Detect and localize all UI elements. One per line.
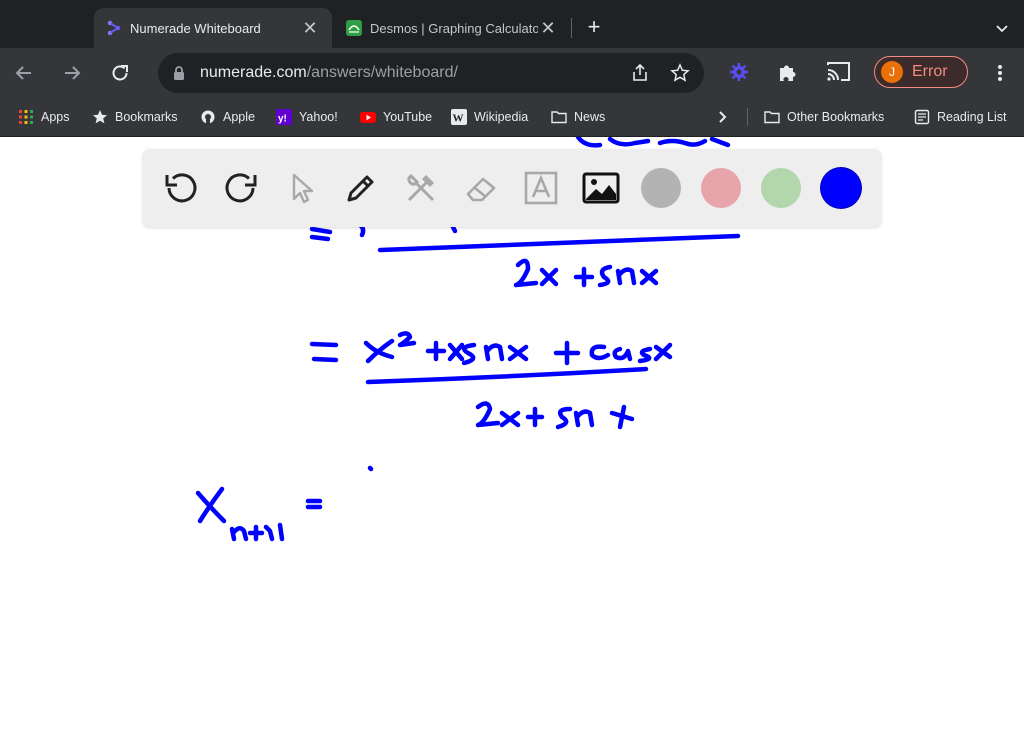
bookmark-apple[interactable]: Apple xyxy=(200,107,255,127)
url-domain: numerade.com xyxy=(200,64,307,81)
forward-arrow-icon[interactable] xyxy=(60,61,84,85)
bookmarks-bar: Apps Bookmarks Apple y! Yahoo! YouTube W… xyxy=(0,98,1024,137)
desmos-logo-icon xyxy=(346,20,362,36)
profile-button[interactable]: J Error xyxy=(874,56,968,88)
reading-list-icon xyxy=(914,109,930,125)
star-icon xyxy=(93,110,107,124)
eraser-icon[interactable] xyxy=(461,168,501,208)
bookmarks-divider xyxy=(747,108,748,126)
undo-icon[interactable] xyxy=(161,168,201,208)
color-swatch-blue-selected[interactable] xyxy=(821,168,861,208)
bookmark-label: Wikipedia xyxy=(474,110,529,124)
tab-title: Numerade Whiteboard xyxy=(130,20,261,36)
apps-grid-icon xyxy=(19,110,33,124)
bookmark-bookmarks[interactable]: Bookmarks xyxy=(92,107,178,127)
extensions-puzzle-icon[interactable] xyxy=(776,60,800,84)
new-tab-button[interactable]: + xyxy=(582,15,606,39)
url-text: numerade.com/answers/whiteboard/ xyxy=(200,64,458,82)
text-tool-icon[interactable] xyxy=(521,168,561,208)
lock-icon[interactable] xyxy=(172,65,186,81)
kebab-menu-icon[interactable] xyxy=(992,61,1008,85)
bookmark-reading-list[interactable]: Reading List xyxy=(914,107,1007,127)
color-swatch-pink[interactable] xyxy=(701,168,741,208)
bookmark-label: Apple xyxy=(223,110,255,124)
bookmark-label: Bookmarks xyxy=(115,110,178,124)
profile-status: Error xyxy=(912,63,948,80)
wikipedia-icon: W xyxy=(451,109,467,125)
folder-icon xyxy=(764,111,780,124)
cast-icon[interactable] xyxy=(826,60,852,84)
whiteboard-canvas[interactable] xyxy=(0,137,1024,742)
browser-toolbar: numerade.com/answers/whiteboard/ J Error xyxy=(0,48,1024,98)
tab-numerade-whiteboard[interactable]: Numerade Whiteboard ✕ xyxy=(94,8,332,48)
bookmark-label: Reading List xyxy=(937,110,1007,124)
avatar: J xyxy=(881,61,903,83)
chevron-right-icon[interactable] xyxy=(714,109,730,125)
address-bar[interactable]: numerade.com/answers/whiteboard/ xyxy=(158,53,704,93)
bookmark-apps[interactable]: Apps xyxy=(18,107,70,127)
bookmark-label: Other Bookmarks xyxy=(787,110,885,124)
bookmark-wikipedia[interactable]: W Wikipedia xyxy=(451,107,528,127)
svg-text:W: W xyxy=(453,113,464,125)
bookmark-label: Apps xyxy=(41,110,70,124)
numerade-logo-icon xyxy=(107,20,121,36)
bookmark-label: YouTube xyxy=(383,110,433,124)
back-arrow-icon[interactable] xyxy=(12,61,36,85)
apple-icon xyxy=(201,110,215,124)
bookmark-other-bookmarks[interactable]: Other Bookmarks xyxy=(764,107,884,127)
close-tab-icon[interactable]: ✕ xyxy=(300,18,320,38)
svg-text:y!: y! xyxy=(278,114,287,125)
bookmark-yahoo[interactable]: y! Yahoo! xyxy=(276,107,338,127)
close-tab-icon[interactable]: ✕ xyxy=(538,18,558,38)
bookmark-label: News xyxy=(574,110,606,124)
bookmark-youtube[interactable]: YouTube xyxy=(360,107,432,127)
whiteboard-toolbar xyxy=(143,149,881,227)
share-icon[interactable] xyxy=(630,63,650,83)
image-icon[interactable] xyxy=(581,168,621,208)
tab-desmos[interactable]: Desmos | Graphing Calculator ✕ xyxy=(334,8,570,48)
select-cursor-icon[interactable] xyxy=(281,168,321,208)
youtube-icon xyxy=(360,112,376,123)
tab-strip: Numerade Whiteboard ✕ Desmos | Graphing … xyxy=(0,0,1024,48)
color-swatch-gray[interactable] xyxy=(641,168,681,208)
url-path: /answers/whiteboard/ xyxy=(306,64,458,81)
folder-icon xyxy=(551,111,567,124)
bookmark-star-icon[interactable] xyxy=(670,63,690,83)
yahoo-icon: y! xyxy=(276,109,292,125)
bookmark-label: Yahoo! xyxy=(299,110,338,124)
tools-icon[interactable] xyxy=(401,168,441,208)
tab-separator xyxy=(571,18,572,38)
redo-icon[interactable] xyxy=(221,168,261,208)
handwritten-ink xyxy=(195,137,741,542)
bookmark-news[interactable]: News xyxy=(551,107,605,127)
chevron-down-icon[interactable] xyxy=(992,18,1012,38)
pen-icon[interactable] xyxy=(341,168,381,208)
reload-icon[interactable] xyxy=(108,61,132,85)
color-swatch-green[interactable] xyxy=(761,168,801,208)
extension-gear-icon[interactable] xyxy=(728,61,750,83)
tab-title: Desmos | Graphing Calculator xyxy=(370,20,538,36)
